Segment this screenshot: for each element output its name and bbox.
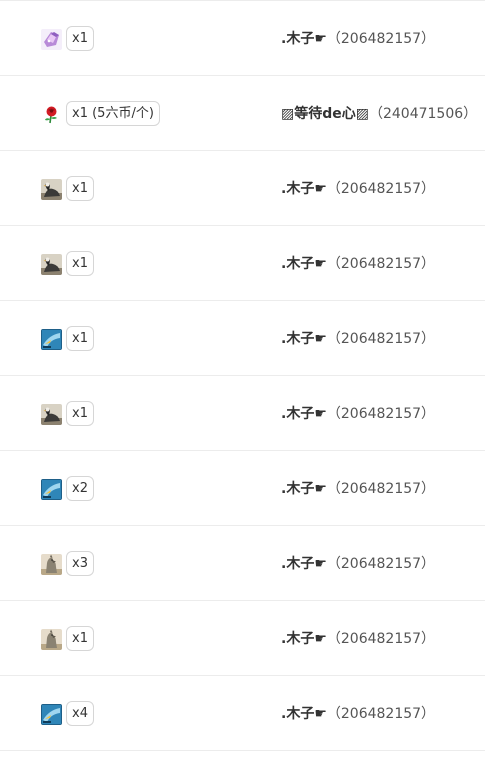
sender-id: （206482157） [326, 256, 436, 272]
quantity-badge: x2 [66, 476, 94, 501]
sender-name-link[interactable]: .木子☛ [281, 706, 327, 722]
sender-info: .木子☛（206482157） [281, 704, 435, 724]
sender-id: （206482157） [326, 556, 436, 572]
quantity-badge: x1 [66, 401, 94, 426]
quantity-badge: x1 [66, 26, 94, 51]
gift-record-row: x1 .木子☛（206482157） [0, 226, 485, 301]
sender-id: （240471506） [368, 106, 478, 122]
quantity-badge: x1 [66, 626, 94, 651]
sender-info: ▨等待de心▨（240471506） [281, 104, 477, 124]
gift-record-row: x4 .木子☛（206482157） [0, 676, 485, 751]
gift-record-row: x1 .木子☛（206482157） [0, 301, 485, 376]
gift-record-row: x1 .木子☛（206482157） [0, 151, 485, 226]
sender-id: （206482157） [326, 331, 436, 347]
rose-gift-icon [41, 104, 62, 125]
quantity-badge: x1 [66, 251, 94, 276]
quantity-badge: x1 (5六币/个) [66, 101, 160, 126]
quantity-badge: x1 [66, 176, 94, 201]
sender-info: .木子☛（206482157） [281, 329, 435, 349]
crystal-gift-icon [41, 29, 62, 50]
sender-info: .木子☛（206482157） [281, 29, 435, 49]
gift-record-list: x1 .木子☛（206482157） x1 (5六币/个) ▨等待de心▨（24… [0, 0, 485, 751]
eagle-gift-icon [41, 254, 62, 275]
sender-name-link[interactable]: .木子☛ [281, 256, 327, 272]
eagle-gift-icon [41, 179, 62, 200]
sender-info: .木子☛（206482157） [281, 179, 435, 199]
gift-record-row: x1 .木子☛（206482157） [0, 376, 485, 451]
sender-name-link[interactable]: .木子☛ [281, 331, 327, 347]
quantity-badge: x4 [66, 701, 94, 726]
sender-name-link[interactable]: .木子☛ [281, 31, 327, 47]
wolf-gift-icon [41, 629, 62, 650]
sender-name-link[interactable]: .木子☛ [281, 181, 327, 197]
sender-id: （206482157） [326, 631, 436, 647]
sender-id: （206482157） [326, 481, 436, 497]
sender-name-link[interactable]: ▨等待de心▨ [281, 106, 369, 122]
sender-id: （206482157） [326, 31, 436, 47]
gift-record-row: x2 .木子☛（206482157） [0, 451, 485, 526]
quantity-badge: x1 [66, 326, 94, 351]
blue-card-gift-icon [41, 479, 62, 500]
sender-id: （206482157） [326, 406, 436, 422]
sender-info: .木子☛（206482157） [281, 479, 435, 499]
sender-info: .木子☛（206482157） [281, 404, 435, 424]
wolf-gift-icon [41, 554, 62, 575]
sender-info: .木子☛（206482157） [281, 554, 435, 574]
gift-record-row: x1 (5六币/个) ▨等待de心▨（240471506） [0, 76, 485, 151]
blue-card-gift-icon [41, 704, 62, 725]
gift-record-row: x1 .木子☛（206482157） [0, 601, 485, 676]
sender-name-link[interactable]: .木子☛ [281, 556, 327, 572]
blue-card-gift-icon [41, 329, 62, 350]
sender-id: （206482157） [326, 181, 436, 197]
sender-name-link[interactable]: .木子☛ [281, 406, 327, 422]
eagle-gift-icon [41, 404, 62, 425]
sender-name-link[interactable]: .木子☛ [281, 631, 327, 647]
gift-record-row: x1 .木子☛（206482157） [0, 1, 485, 76]
sender-info: .木子☛（206482157） [281, 629, 435, 649]
sender-id: （206482157） [326, 706, 436, 722]
sender-info: .木子☛（206482157） [281, 254, 435, 274]
sender-name-link[interactable]: .木子☛ [281, 481, 327, 497]
quantity-badge: x3 [66, 551, 94, 576]
gift-record-row: x3 .木子☛（206482157） [0, 526, 485, 601]
